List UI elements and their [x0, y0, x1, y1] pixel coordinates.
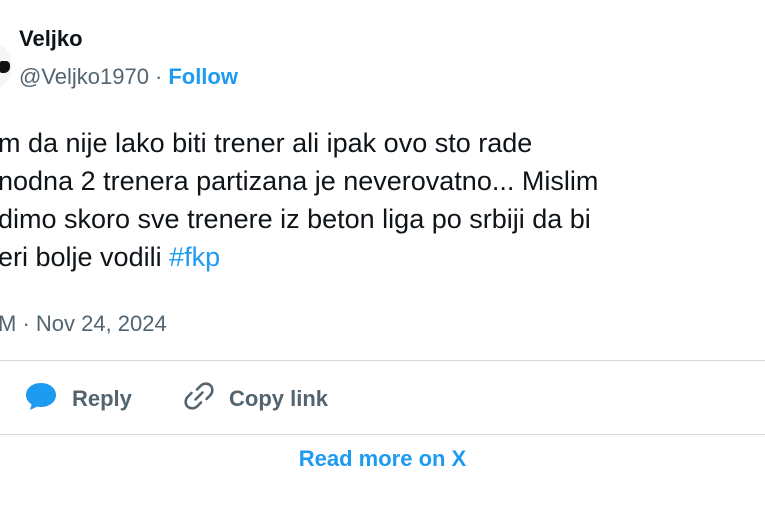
embedded-tweet-card: Veljko @Veljko1970 · Follow m da nije lako…: [0, 0, 765, 510]
speech-bubble-icon: [24, 381, 58, 417]
author-handle-row: @Veljko1970 · Follow: [19, 64, 238, 90]
tweet-text-line-last: eri bolje vodili #fkp: [0, 238, 765, 276]
read-more-on-x-link[interactable]: Read more on X: [0, 446, 765, 472]
hashtag-link[interactable]: #fkp: [169, 242, 220, 272]
chain-link-icon: [183, 380, 215, 418]
tweet-text-line: m da nije lako biti trener ali ipak ovo …: [0, 128, 533, 158]
copy-link-label: Copy link: [229, 386, 329, 411]
author-name[interactable]: Veljko: [19, 26, 83, 52]
reply-label: Reply: [72, 386, 132, 411]
tweet-timestamp[interactable]: M · Nov 24, 2024: [0, 311, 167, 337]
tweet-text-fragment: eri bolje vodili: [0, 242, 170, 272]
follow-button[interactable]: Follow: [168, 64, 238, 89]
author-handle[interactable]: @Veljko1970: [19, 64, 149, 89]
tweet-text: m da nije lako biti trener ali ipak ovo …: [0, 124, 765, 276]
divider: [0, 434, 765, 435]
avatar-shape: [0, 61, 10, 73]
tweet-actions: Reply Copy link: [0, 376, 765, 422]
copy-link-button[interactable]: Copy link: [183, 376, 328, 422]
reply-button[interactable]: Reply: [24, 376, 132, 422]
avatar[interactable]: [0, 40, 12, 92]
divider: [0, 360, 765, 361]
tweet-text-line: nodna 2 trenera partizana je neverovatno…: [0, 166, 599, 196]
tweet-text-line: dimo skoro sve trenere iz beton liga po …: [0, 204, 591, 234]
separator-dot: ·: [154, 64, 163, 89]
